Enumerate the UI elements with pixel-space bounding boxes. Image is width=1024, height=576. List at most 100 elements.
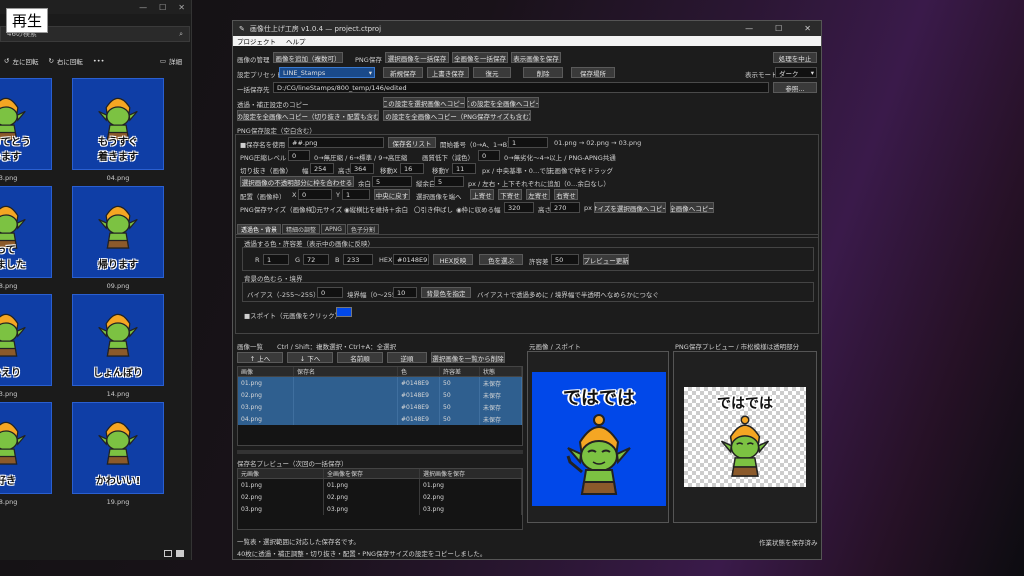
size-opt-fit[interactable]: ◉枠に収める	[456, 204, 494, 214]
preview-update-button[interactable]: プレビュー更新	[583, 254, 629, 265]
size-to-all-button[interactable]: 全画像へコピー	[670, 202, 714, 213]
preset-new-save-button[interactable]: 新規保存	[383, 67, 423, 78]
bg-apply-button[interactable]: 背景色を指定	[421, 287, 471, 298]
name-rule-field[interactable]: ##.png	[288, 137, 384, 148]
place-x-field[interactable]: 0	[298, 189, 332, 200]
save-shown-button[interactable]: 表示画像を保存	[511, 52, 561, 63]
compress-field[interactable]: 0	[288, 150, 310, 161]
maximize-icon[interactable]: ☐	[159, 3, 166, 12]
col-tolerance[interactable]: 許容差	[440, 367, 480, 376]
margin-field[interactable]: 5	[372, 176, 412, 187]
list-view-icon[interactable]	[176, 549, 184, 557]
hex-field[interactable]: #0148E9	[393, 254, 429, 265]
size-to-selected-button[interactable]: サイズを選択画像へコピー	[594, 202, 666, 213]
more-button[interactable]: •••	[93, 57, 105, 65]
save-preview-table[interactable]: 元画像 全画像を保存 選択画像を保存 01.png 01.png 01.png 02.…	[237, 468, 523, 530]
move-up-button[interactable]: ↑ 上へ	[237, 352, 283, 363]
thumbnail[interactable]: もうすぐ 着きます	[72, 78, 164, 170]
move-x-field[interactable]: 16	[400, 163, 424, 174]
col-save-name[interactable]: 保存名	[294, 367, 398, 376]
table-row[interactable]: 03.png #0148E9 50 未保存	[238, 401, 522, 413]
g-field[interactable]: 72	[303, 254, 329, 265]
crop-drag-checkbox[interactable]: 元画像で仲をドラッグ	[548, 165, 613, 175]
batch-dest-field[interactable]: D:/CG/lineStamps/800_temp/146/edited	[273, 82, 769, 93]
move-y-field[interactable]: 11	[452, 163, 476, 174]
pick-color-button[interactable]: 色を選ぶ	[479, 254, 523, 265]
menu-help[interactable]: ヘルプ	[286, 36, 306, 46]
copy-all-incl-png-button[interactable]: この設定を全画像へコピー（PNG保存サイズも含む）	[383, 110, 531, 121]
save-selected-button[interactable]: 選択画像を一括保存	[385, 52, 449, 63]
sort-name-button[interactable]: 名前順	[337, 352, 383, 363]
tab-apng[interactable]: APNG	[321, 224, 346, 234]
align-left-button[interactable]: 左寄せ	[526, 189, 550, 200]
image-list-table[interactable]: 画像 保存名 色 許容差 状態 01.png #0148E9 50 未保存 02.png…	[237, 366, 523, 446]
eyedropper-checkbox[interactable]: ■スポイト（元画像をクリック）	[244, 310, 341, 320]
col-status[interactable]: 状態	[480, 367, 522, 376]
copy-to-all-button[interactable]: この設定を全画像へコピー	[467, 97, 539, 108]
grid-view-icon[interactable]	[164, 549, 172, 557]
browse-button[interactable]: 参照...	[773, 82, 817, 93]
thumbnail[interactable]: いってとう います	[0, 78, 52, 170]
preset-select[interactable]: LINE_Stamps ▾	[279, 67, 375, 78]
thumbnail[interactable]: って いました	[0, 186, 52, 278]
minimize-icon[interactable]: —	[139, 3, 147, 12]
original-image-panel[interactable]: ではでは	[527, 351, 669, 523]
col-color[interactable]: 色	[398, 367, 440, 376]
preset-delete-button[interactable]: 削除	[523, 67, 563, 78]
frame-height-field[interactable]: 270	[550, 202, 580, 213]
add-images-button[interactable]: 画像を追加（複数可）	[273, 52, 343, 63]
b-field[interactable]: 233	[343, 254, 373, 265]
maximize-icon[interactable]: ☐	[775, 24, 782, 33]
cancel-processing-button[interactable]: 処理を中止	[773, 52, 817, 63]
hex-apply-button[interactable]: HEX反映	[433, 254, 473, 265]
save-list-button[interactable]: 保存名リスト	[388, 137, 436, 148]
preset-location-button[interactable]: 保存場所	[571, 67, 615, 78]
align-right-button[interactable]: 右寄せ	[554, 189, 578, 200]
thumbnail[interactable]: かわいい!	[72, 402, 164, 494]
table-row[interactable]: 02.png #0148E9 50 未保存	[238, 389, 522, 401]
copy-to-selected-button[interactable]: この設定を選択画像へコピー	[383, 97, 465, 108]
align-top-button[interactable]: 上寄せ	[470, 189, 494, 200]
details-button[interactable]: ▭ 詳細	[160, 56, 190, 66]
table-row[interactable]: 04.png #0148E9 50 未保存	[238, 413, 522, 425]
original-image[interactable]: ではでは	[532, 372, 666, 506]
crop-width-field[interactable]: 254	[310, 163, 334, 174]
remove-selected-button[interactable]: 選択画像を一覧から削除	[431, 352, 505, 363]
minimize-icon[interactable]: —	[745, 24, 753, 33]
copy-all-incl-crop-button[interactable]: この設定を全画像へコピー（切り抜き・配置も含む）	[237, 110, 379, 121]
fit-frame-button[interactable]: 選択画像の不透明部分に枠を合わせる	[240, 176, 354, 187]
save-all-button[interactable]: 全画像を一括保存	[452, 52, 508, 63]
crop-height-field[interactable]: 364	[350, 163, 374, 174]
thumbnail[interactable]: しょんぼり	[72, 294, 164, 386]
display-mode-select[interactable]: ダーク ▾	[775, 67, 817, 78]
thumbnail[interactable]: 帰ります	[72, 186, 164, 278]
horizontal-scrollbar[interactable]	[237, 450, 523, 454]
tab-fine-adjust[interactable]: 精細の調整	[282, 224, 321, 234]
quality-field[interactable]: 0	[478, 150, 500, 161]
col-image[interactable]: 画像	[238, 367, 294, 376]
size-opt-keep-ratio[interactable]: ◉縦横比を維持＋余白	[344, 204, 408, 214]
table-row[interactable]: 01.png #0148E9 50 未保存	[238, 377, 522, 389]
menu-project[interactable]: プロジェクト	[237, 36, 276, 46]
rotate-left-button[interactable]: ↺ 左に回転	[4, 56, 38, 66]
preset-overwrite-button[interactable]: 上書き保存	[427, 67, 469, 78]
preset-restore-button[interactable]: 復元	[473, 67, 511, 78]
thumbnail[interactable]: 好き	[0, 402, 52, 494]
r-field[interactable]: 1	[263, 254, 289, 265]
side-margin-field[interactable]: 5	[434, 176, 464, 187]
size-opt-original[interactable]: 〇元サイズ	[310, 204, 342, 214]
close-icon[interactable]: ✕	[804, 24, 811, 33]
tab-transparency[interactable]: 透過色・背景	[237, 224, 282, 234]
center-button[interactable]: 中央に戻す	[374, 189, 410, 200]
tab-split[interactable]: 色子分割	[346, 224, 379, 234]
move-down-button[interactable]: ↓ 下へ	[287, 352, 333, 363]
frame-width-field[interactable]: 320	[504, 202, 534, 213]
align-bottom-button[interactable]: 下寄せ	[498, 189, 522, 200]
blur-field[interactable]: 10	[393, 287, 417, 298]
size-opt-stretch[interactable]: 〇引き伸ばし	[414, 204, 453, 214]
place-y-field[interactable]: 1	[342, 189, 370, 200]
start-no-field[interactable]: 1	[508, 137, 548, 148]
rotate-right-button[interactable]: ↻ 右に回転	[48, 56, 82, 66]
close-icon[interactable]: ✕	[178, 3, 185, 12]
thumbnail[interactable]: かえり	[0, 294, 52, 386]
